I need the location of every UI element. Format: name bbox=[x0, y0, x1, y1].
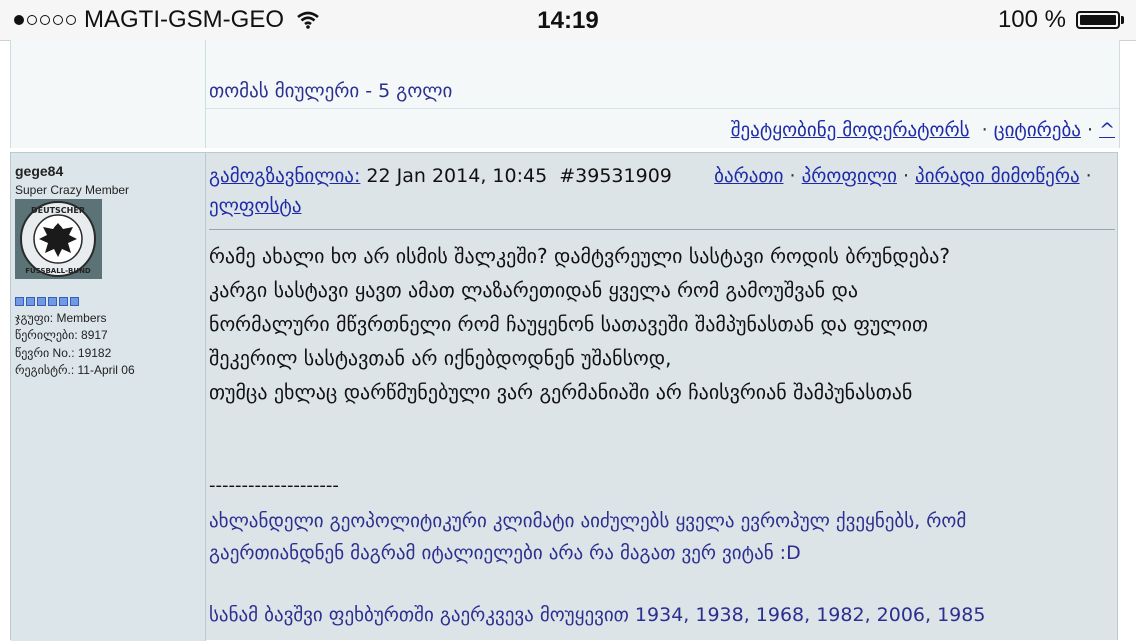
post-content: გამოგზავნილია: 22 Jan 2014, 10:45 #39531… bbox=[207, 153, 1117, 641]
signature-line: გაერთიანდნენ მაგრამ იტალიელები არა რა მა… bbox=[209, 542, 801, 564]
report-moderator-link[interactable]: შეატყობინე მოდერატორს bbox=[731, 119, 970, 141]
scroll-top-link[interactable]: ^ bbox=[1099, 119, 1115, 141]
separator: · bbox=[1085, 165, 1092, 187]
post-author-column: gege84 Super Crazy Member DEUTSCHER FUSS… bbox=[11, 153, 206, 641]
post-datetime: 22 Jan 2014, 10:45 bbox=[366, 165, 548, 187]
separator: · bbox=[1086, 119, 1100, 141]
post-body-line: თუმცა ეხლაც დარწმუნებული ვარ გერმანიაში … bbox=[209, 380, 913, 404]
signature-line: ახლანდელი გეოპოლიტიკური კლიმატი აიძულებს… bbox=[209, 510, 967, 532]
previous-post: თომას მიულერი - 5 გოლი შეატყობინე მოდერა… bbox=[10, 40, 1120, 148]
separator: · bbox=[789, 165, 802, 187]
card-link[interactable]: ბარათი bbox=[714, 165, 783, 187]
svg-text:FUSSBALL-BUND: FUSSBALL-BUND bbox=[25, 267, 91, 275]
svg-text:DEUTSCHER: DEUTSCHER bbox=[31, 206, 85, 215]
post-body-line: რამე ახალი ხო არ ისმის შალკეში? დამტვრეუ… bbox=[209, 244, 951, 268]
post-header: გამოგზავნილია: 22 Jan 2014, 10:45 #39531… bbox=[209, 161, 1111, 221]
previous-post-actions: შეატყობინე მოდერატორს · ციტირება · ^ bbox=[205, 108, 1119, 149]
battery-percent: 100 % bbox=[997, 6, 1066, 33]
post-body: რამე ახალი ხო არ ისმის შალკეში? დამტვრეუ… bbox=[209, 239, 1115, 409]
signature-line: სანამ ბავშვი ფეხბურთში გაერკვევა მოუყევი… bbox=[209, 604, 986, 626]
email-link[interactable]: ელფოსტა bbox=[209, 195, 302, 217]
previous-post-author-column bbox=[11, 40, 206, 148]
user-registered: რეგისტრ.: 11-April 06 bbox=[15, 363, 135, 377]
post-body-line: შეკერილ სასტავთან არ იქნებდოდნენ უშანსოდ… bbox=[209, 346, 672, 370]
user-title: Super Crazy Member bbox=[15, 183, 130, 197]
quote-link[interactable]: ციტირება bbox=[994, 119, 1081, 141]
previous-post-signature: თომას მიულერი - 5 გოლი bbox=[209, 80, 453, 102]
reputation-bar bbox=[15, 297, 79, 306]
username[interactable]: gege84 bbox=[15, 163, 63, 179]
separator: · bbox=[975, 119, 994, 141]
avatar[interactable]: DEUTSCHER FUSSBALL-BUND bbox=[15, 199, 102, 279]
header-divider bbox=[209, 229, 1115, 230]
status-bar: MAGTI-GSM-GEO 14:19 100 % bbox=[0, 0, 1136, 41]
dfb-logo-icon: DEUTSCHER FUSSBALL-BUND bbox=[15, 199, 102, 279]
user-member-number: წევრი No.: 19182 bbox=[15, 346, 112, 360]
sent-label[interactable]: გამოგზავნილია: bbox=[209, 165, 360, 187]
battery-tip bbox=[1121, 16, 1124, 24]
user-group: ჯგუფი: Members bbox=[15, 311, 107, 325]
user-post-count: წერილები: 8917 bbox=[15, 328, 108, 342]
private-message-link[interactable]: პირადი მიმოწერა bbox=[915, 165, 1080, 187]
clock: 14:19 bbox=[537, 7, 599, 34]
post-id: #39531909 bbox=[559, 165, 672, 187]
signature-separator: -------------------- bbox=[209, 475, 339, 496]
signature-text: ახლანდელი გეოპოლიტიკური კლიმატი აიძულებს… bbox=[209, 505, 966, 569]
post-body-line: ნორმალური მწვრთნელი რომ ჩაუყენონ სათავეშ… bbox=[209, 312, 928, 336]
forum-thread: თომას მიულერი - 5 გოლი შეატყობინე მოდერა… bbox=[10, 40, 1120, 641]
separator: · bbox=[902, 165, 916, 187]
post: gege84 Super Crazy Member DEUTSCHER FUSS… bbox=[10, 152, 1118, 641]
profile-link[interactable]: პროფილი bbox=[802, 165, 897, 187]
post-body-line: კარგი სასტავი ყავთ ამათ ლაზარეთიდან ყველ… bbox=[209, 278, 859, 302]
battery-icon bbox=[1076, 11, 1120, 29]
